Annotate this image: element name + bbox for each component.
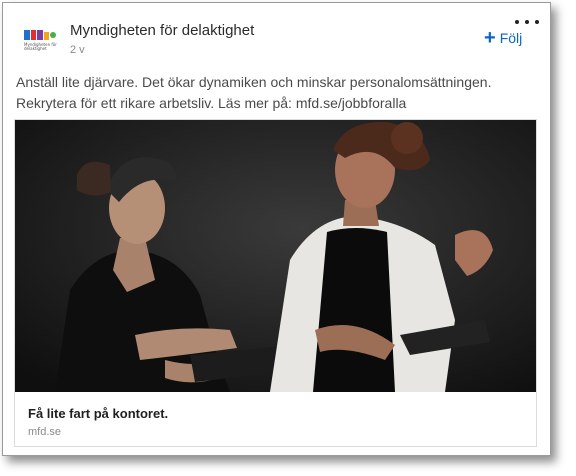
- post-age: 2 v: [70, 44, 85, 56]
- more-dots-icon[interactable]: [514, 16, 540, 28]
- author-name[interactable]: Myndigheten för delaktighet: [70, 22, 254, 39]
- link-preview-image[interactable]: [15, 120, 536, 392]
- logo-caption: Myndigheten för delaktighet: [24, 42, 57, 52]
- post-card: Myndigheten för delaktighet Myndigheten …: [2, 2, 551, 456]
- follow-button[interactable]: + Följ: [484, 27, 523, 49]
- link-domain: mfd.se: [28, 426, 62, 438]
- link-preview-card[interactable]: Få lite fart på kontoret. mfd.se: [14, 119, 537, 447]
- post-text-line: Rekrytera för ett rikare arbetsliv. Läs …: [16, 95, 407, 111]
- post-text: Anställ lite djärvare. Det ökar dynamike…: [16, 72, 541, 114]
- follow-label: Följ: [499, 30, 523, 46]
- link-title[interactable]: Få lite fart på kontoret.: [28, 406, 168, 421]
- post-text-line: Anställ lite djärvare. Det ökar dynamike…: [16, 74, 492, 90]
- org-logo[interactable]: Myndigheten för delaktighet: [18, 21, 60, 63]
- plus-icon: +: [484, 27, 496, 49]
